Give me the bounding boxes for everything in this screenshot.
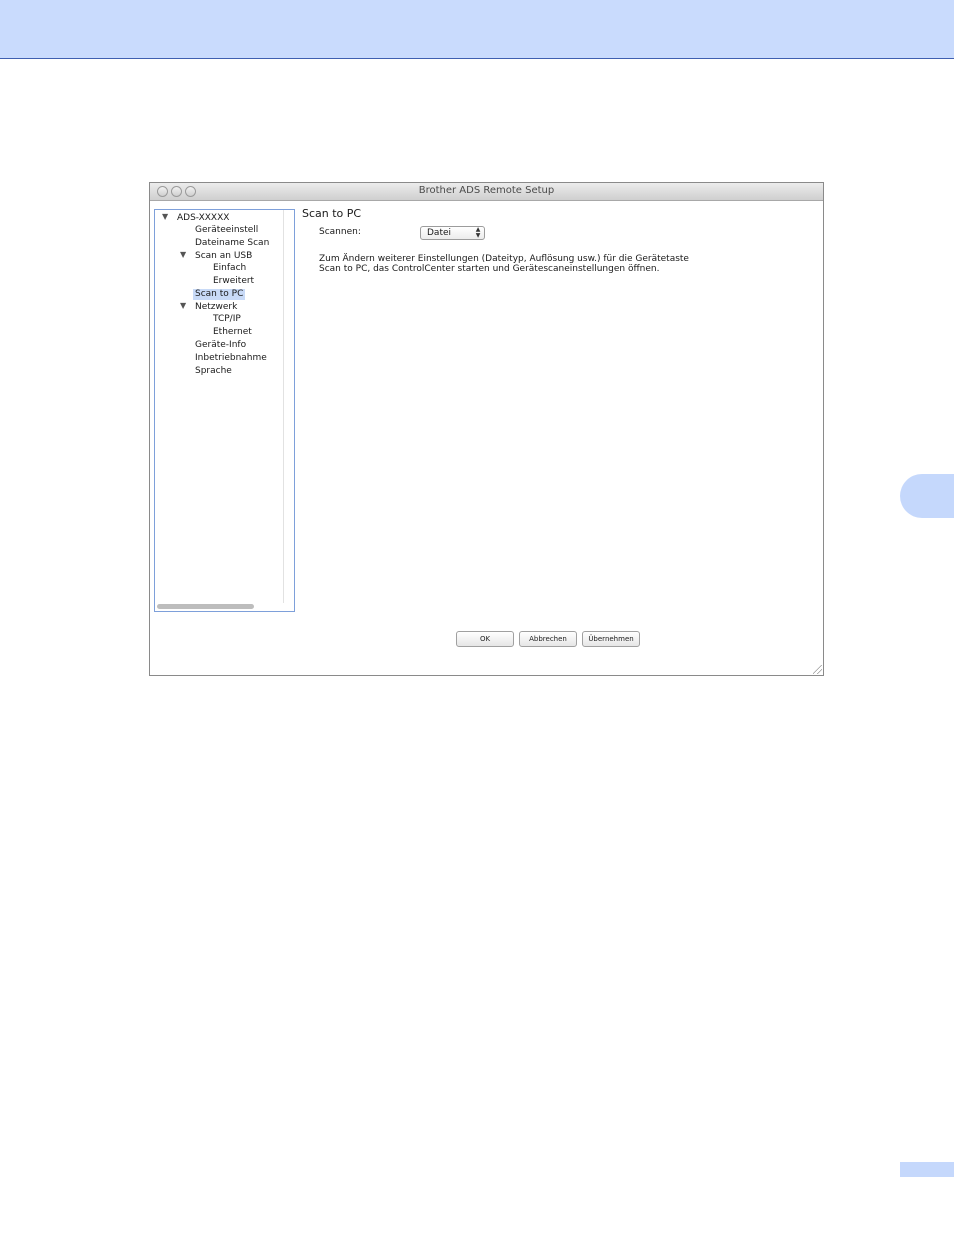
updown-arrows-icon: ▲ ▼ [475,226,481,239]
tree-item-ads-device[interactable]: ADS-XXXXX [177,213,229,224]
window-title: Brother ADS Remote Setup [418,185,555,196]
section-title: Scan to PC [302,207,362,220]
apply-button[interactable]: Übernehmen [582,631,640,647]
disclosure-down-icon[interactable]: ▼ [180,301,186,311]
page-number-tab [900,1162,954,1177]
tree-item-scan-to-pc[interactable]: Scan to PC [193,289,246,300]
chapter-side-tab [900,474,954,518]
scan-target-select[interactable]: Datei ▲ ▼ [420,226,485,240]
ok-button[interactable]: OK [456,631,514,647]
scan-label: Scannen: [319,227,361,237]
tree-item-geraeteeinstell[interactable]: Geräteeinstell [195,225,258,236]
description-line-2: Scan to PC, das ControlCenter starten un… [319,264,660,274]
tree-item-geraete-info[interactable]: Geräte-Info [195,340,246,351]
remote-setup-window: Brother ADS Remote Setup ▼ ADS-XXXXX Ger… [149,182,824,676]
tree-item-netzwerk[interactable]: Netzwerk [195,302,237,313]
disclosure-down-icon[interactable]: ▼ [162,212,168,222]
tree-vertical-scrollbar[interactable] [283,210,284,603]
disclosure-down-icon[interactable]: ▼ [180,250,186,260]
tree-item-erweitert[interactable]: Erweitert [213,276,254,287]
scan-target-value: Datei [427,228,452,238]
tree-item-tcp-ip[interactable]: TCP/IP [213,314,241,325]
tree-item-einfach[interactable]: Einfach [213,263,246,274]
window-titlebar: Brother ADS Remote Setup [150,183,823,201]
tree-item-dateiname-scan[interactable]: Dateiname Scan [195,238,269,249]
resize-grip-icon[interactable] [813,665,822,674]
tree-item-sprache[interactable]: Sprache [195,366,232,377]
cancel-button[interactable]: Abbrechen [519,631,577,647]
page-header-band [0,0,954,59]
tree-item-scan-an-usb[interactable]: Scan an USB [195,251,252,262]
tree-horizontal-scrollbar[interactable] [157,604,254,609]
description-text: Zum Ändern weiterer Einstellungen (Datei… [319,254,719,274]
tree-item-inbetriebnahme[interactable]: Inbetriebnahme [195,353,267,364]
settings-tree: ▼ ADS-XXXXX Geräteeinstell Dateiname Sca… [154,209,295,612]
description-line-1: Zum Ändern weiterer Einstellungen (Datei… [319,254,689,264]
tree-item-ethernet[interactable]: Ethernet [213,327,252,338]
